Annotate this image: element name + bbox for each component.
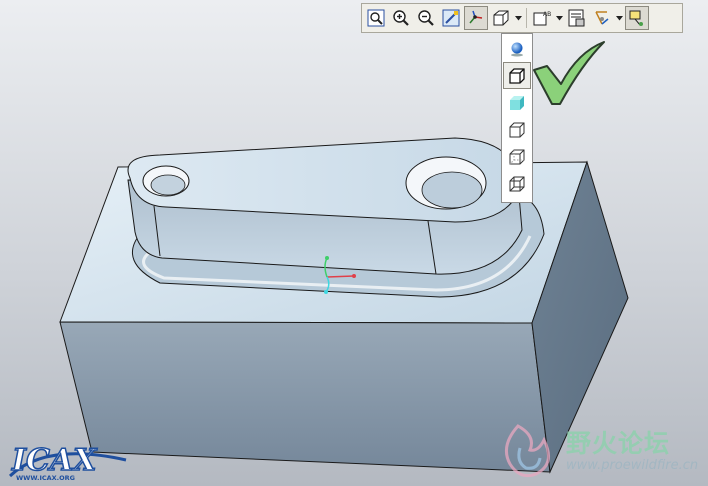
- menu-item-enhanced-realism[interactable]: [503, 35, 531, 62]
- repaint-button[interactable]: [439, 6, 463, 30]
- menu-item-wireframe[interactable]: [503, 170, 531, 197]
- zoom-in-button[interactable]: [389, 6, 413, 30]
- zoom-out-button[interactable]: [414, 6, 438, 30]
- zoom-out-icon: [418, 10, 434, 26]
- watermark-url: www.proewildfire.cn: [566, 458, 699, 473]
- model-viewport[interactable]: [0, 0, 708, 486]
- saved-views-button[interactable]: AB: [530, 6, 554, 30]
- graphics-toolbar: AB: [361, 3, 683, 33]
- chevron-down-icon: [556, 15, 563, 20]
- menu-item-shading[interactable]: [503, 89, 531, 116]
- link-boss: [127, 137, 523, 275]
- display-style-menu: [501, 33, 533, 203]
- icax-logo-text: WWW.ICAX.ORG: [16, 474, 75, 482]
- toolbar-separator: [526, 8, 527, 28]
- display-style-dropdown-arrow[interactable]: [514, 6, 523, 30]
- svg-text:ICAX: ICAX: [11, 443, 98, 478]
- shading-with-edges-icon: [509, 67, 525, 84]
- zoom-in-icon: [393, 10, 409, 26]
- proewildfire-watermark: 野火论坛 www.proewildfire.cn: [496, 418, 704, 482]
- hidden-line-icon: [509, 149, 525, 164]
- icax-logo: ICAX WWW.ICAX.ORG: [6, 436, 131, 482]
- saved-views-dropdown-arrow[interactable]: [555, 6, 564, 30]
- annotation-display-icon: [629, 10, 643, 26]
- display-style-icon: [493, 10, 509, 26]
- icax-logo-icon: ICAX WWW.ICAX.ORG: [8, 442, 127, 482]
- datum-display-button[interactable]: [590, 6, 614, 30]
- base-front-face: [59, 321, 551, 473]
- chevron-down-icon: [515, 15, 522, 20]
- refit-button[interactable]: [364, 6, 388, 30]
- spin-center-button[interactable]: [464, 6, 488, 30]
- datum-display-dropdown-arrow[interactable]: [615, 6, 624, 30]
- display-style-button[interactable]: [489, 6, 513, 30]
- saved-views-icon: AB: [533, 11, 551, 26]
- menu-item-no-hidden[interactable]: [503, 116, 531, 143]
- flame-logo-icon: [504, 424, 550, 478]
- annotation-display-button[interactable]: [625, 6, 649, 30]
- svg-text:AB: AB: [543, 11, 551, 18]
- checkmark-icon: [533, 41, 605, 105]
- shading-icon: [510, 95, 524, 110]
- repaint-icon: [442, 9, 460, 27]
- refit-icon: [367, 9, 385, 27]
- chevron-down-icon: [616, 15, 623, 20]
- menu-item-hidden-line[interactable]: [503, 143, 531, 170]
- menu-item-shading-with-edges[interactable]: [503, 62, 531, 89]
- view-manager-button[interactable]: [565, 6, 589, 30]
- spin-center-icon: [469, 10, 483, 24]
- watermark-cn-text: 野火论坛: [566, 429, 671, 458]
- view-manager-icon: [568, 9, 585, 27]
- no-hidden-icon: [509, 122, 525, 137]
- datum-display-icon: [595, 11, 609, 25]
- wireframe-icon: [509, 176, 525, 191]
- enhanced-realism-icon: [511, 42, 523, 56]
